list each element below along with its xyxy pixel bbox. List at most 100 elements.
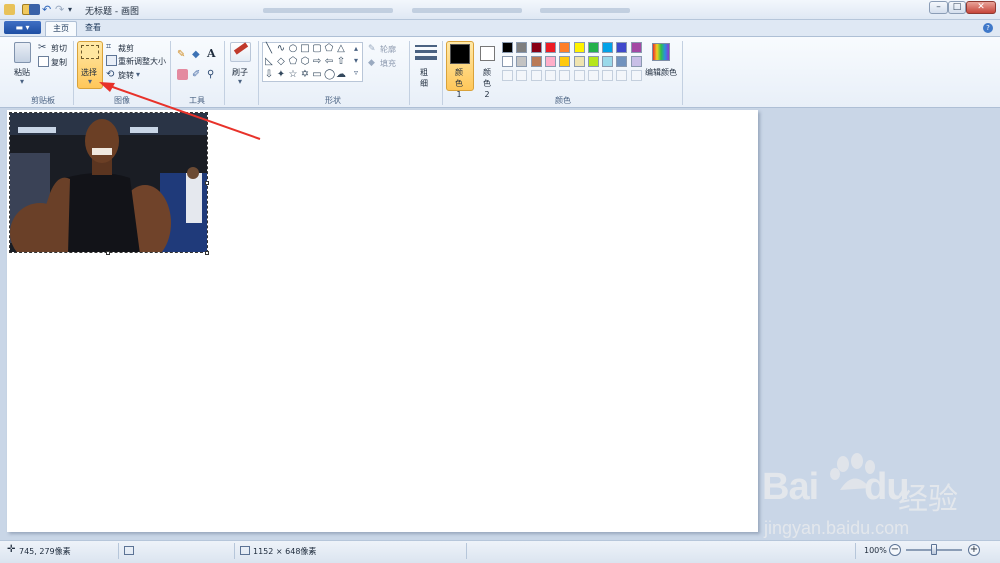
palette-color-swatch[interactable]	[530, 56, 542, 67]
fill-bucket-icon[interactable]: ◆	[192, 49, 203, 60]
close-button[interactable]: ✕	[966, 1, 996, 14]
oval-callout-shape-icon[interactable]: ◯	[324, 70, 335, 80]
cut-button[interactable]: 剪切	[51, 43, 67, 54]
palette-color-swatch[interactable]	[502, 42, 513, 53]
cloud-callout-shape-icon[interactable]: ☁	[336, 70, 346, 80]
right-triangle-shape-icon[interactable]: ◺	[264, 57, 274, 67]
copy-icon[interactable]	[38, 56, 49, 67]
fill-icon: ◆	[368, 58, 375, 68]
palette-custom-swatch[interactable]	[544, 70, 556, 81]
zoom-out-button[interactable]: −	[889, 544, 901, 556]
palette-color-swatch[interactable]	[516, 56, 528, 67]
palette-custom-swatch[interactable]	[502, 70, 513, 81]
crop-button[interactable]: 裁剪	[118, 43, 134, 54]
line-shape-icon[interactable]: ╲	[264, 44, 274, 54]
hexagon-shape-icon[interactable]: ⬡	[300, 57, 310, 67]
left-arrow-shape-icon[interactable]: ⇦	[324, 57, 334, 67]
minimize-button[interactable]: –	[929, 1, 948, 14]
tab-view[interactable]: 查看	[79, 21, 107, 36]
edit-colors-button[interactable]: 编辑颜色	[645, 67, 677, 78]
copy-button[interactable]: 复制	[51, 57, 67, 68]
selection-handle[interactable]	[205, 181, 209, 185]
resize-icon[interactable]	[106, 55, 117, 66]
outline-button[interactable]: 轮廓	[380, 44, 396, 55]
palette-custom-swatch[interactable]	[516, 70, 528, 81]
baidu-jingyan-watermark: Bai du 经验 jingyan.baidu.com	[762, 452, 992, 542]
palette-custom-swatch[interactable]	[616, 70, 628, 81]
down-arrow-shape-icon[interactable]: ⇩	[264, 70, 274, 80]
palette-color-swatch[interactable]	[630, 56, 642, 67]
fill-button[interactable]: 填充	[380, 58, 396, 69]
palette-color-swatch[interactable]	[616, 56, 628, 67]
colors-group-label: 颜色	[555, 96, 571, 105]
up-arrow-shape-icon[interactable]: ⇧	[336, 57, 346, 67]
watermark-url: jingyan.baidu.com	[764, 518, 910, 538]
save-icon[interactable]	[29, 4, 40, 15]
undo-icon[interactable]: ↶	[42, 4, 53, 15]
palette-color-swatch[interactable]	[559, 56, 571, 67]
callout-shape-icon[interactable]: ▭	[312, 70, 322, 80]
selection-handle[interactable]	[106, 251, 110, 255]
curve-shape-icon[interactable]: ∿	[276, 44, 286, 54]
palette-color-swatch[interactable]	[573, 42, 585, 53]
palette-color-swatch[interactable]	[616, 42, 628, 53]
resize-button[interactable]: 重新调整大小	[118, 56, 166, 67]
palette-color-swatch[interactable]	[516, 42, 528, 53]
selection-handle[interactable]	[205, 251, 209, 255]
palette-color-swatch[interactable]	[630, 42, 642, 53]
shapes-scroll-up-icon[interactable]: ▴	[354, 44, 358, 53]
triangle-shape-icon[interactable]: △	[336, 44, 346, 54]
polygon-shape-icon[interactable]: ⬠	[324, 44, 334, 54]
palette-color-swatch[interactable]	[544, 42, 556, 53]
six-point-star-shape-icon[interactable]: ✡	[300, 70, 310, 80]
status-divider	[466, 543, 467, 559]
pentagon-shape-icon[interactable]: ⬠	[288, 57, 298, 67]
diamond-shape-icon[interactable]: ◇	[276, 57, 286, 67]
maximize-button[interactable]: □	[948, 1, 966, 14]
palette-color-swatch[interactable]	[573, 56, 585, 67]
crop-icon[interactable]: ⌗	[106, 42, 117, 53]
palette-color-swatch[interactable]	[502, 56, 513, 67]
pencil-icon[interactable]: ✎	[177, 49, 188, 60]
edit-colors-icon[interactable]	[652, 43, 670, 61]
image-size-icon	[240, 546, 250, 555]
palette-custom-swatch[interactable]	[630, 70, 642, 81]
palette-color-swatch[interactable]	[544, 56, 556, 67]
palette-color-swatch[interactable]	[602, 42, 614, 53]
palette-color-swatch[interactable]	[587, 56, 599, 67]
color2-label[interactable]: 颜色 2	[480, 67, 494, 100]
palette-custom-swatch[interactable]	[587, 70, 599, 81]
palette-color-swatch[interactable]	[587, 42, 599, 53]
rounded-rectangle-shape-icon[interactable]: ▢	[312, 44, 322, 54]
shapes-scroll-down-icon[interactable]: ▾	[354, 56, 358, 65]
help-icon[interactable]: ?	[983, 23, 993, 33]
size-line-icon[interactable]	[415, 45, 437, 47]
oval-shape-icon[interactable]: ○	[288, 44, 298, 54]
tab-home[interactable]: 主页	[45, 21, 77, 36]
palette-custom-swatch[interactable]	[530, 70, 542, 81]
palette-custom-swatch[interactable]	[573, 70, 585, 81]
zoom-slider-thumb[interactable]	[931, 544, 937, 555]
five-point-star-shape-icon[interactable]: ☆	[288, 70, 298, 80]
size-button[interactable]: 粗细	[420, 67, 430, 89]
paste-dropdown-icon[interactable]: ▾	[20, 77, 24, 86]
size-line-icon	[415, 50, 437, 53]
color2-swatch[interactable]	[480, 46, 495, 61]
palette-color-swatch[interactable]	[559, 42, 571, 53]
scissors-icon[interactable]: ✂	[38, 42, 49, 53]
palette-custom-swatch[interactable]	[559, 70, 571, 81]
text-tool-icon[interactable]: A	[207, 48, 218, 59]
palette-color-swatch[interactable]	[602, 56, 614, 67]
right-arrow-shape-icon[interactable]: ⇨	[312, 57, 322, 67]
palette-custom-swatch[interactable]	[602, 70, 614, 81]
shapes-more-icon[interactable]: ▿	[354, 68, 358, 77]
rectangle-shape-icon[interactable]: □	[300, 44, 310, 54]
redo-icon[interactable]: ↷	[55, 4, 66, 15]
paint-app-icon[interactable]	[4, 4, 15, 15]
customize-quick-access-icon[interactable]: ▾	[68, 4, 79, 15]
app-menu-button[interactable]: ▬ ▾	[4, 21, 41, 34]
paste-icon[interactable]	[14, 42, 31, 63]
four-point-star-shape-icon[interactable]: ✦	[276, 70, 286, 80]
palette-color-swatch[interactable]	[530, 42, 542, 53]
zoom-in-button[interactable]: +	[968, 544, 980, 556]
